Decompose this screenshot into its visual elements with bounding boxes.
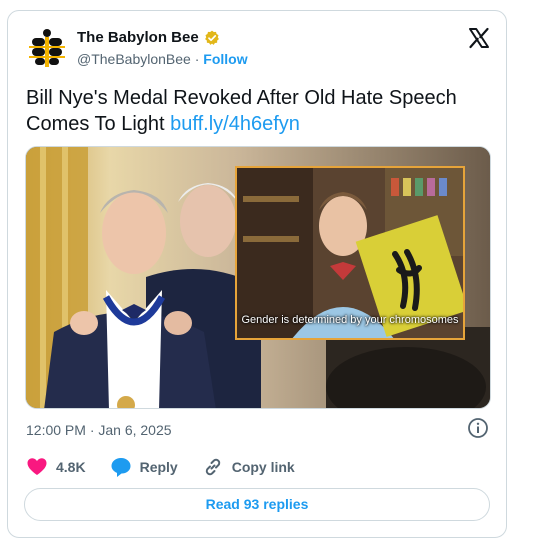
- tweet-text: Bill Nye's Medal Revoked After Old Hate …: [26, 85, 466, 137]
- babylon-bee-logo-avatar[interactable]: [26, 27, 68, 69]
- copy-link-label: Copy link: [231, 459, 295, 475]
- name-row: The Babylon Bee: [77, 29, 220, 46]
- info-icon[interactable]: [467, 417, 489, 439]
- heart-icon: [27, 458, 47, 475]
- tweet-timestamp[interactable]: 12:00 PM · Jan 6, 2025: [26, 422, 172, 438]
- reply-button[interactable]: Reply: [110, 456, 178, 478]
- x-logo-icon[interactable]: [468, 27, 490, 49]
- display-name[interactable]: The Babylon Bee: [77, 29, 199, 46]
- reply-bubble-icon: [111, 458, 131, 477]
- link-icon: [205, 458, 220, 476]
- copy-link-button[interactable]: Copy link: [202, 456, 295, 478]
- video-inset: Gender is determined by your chromosomes: [235, 166, 465, 340]
- verified-badge-icon: [204, 30, 219, 45]
- tweet-image[interactable]: Gender is determined by your chromosomes: [25, 146, 491, 409]
- like-count: 4.8K: [56, 459, 86, 475]
- handle-row: @TheBabylonBee · Follow: [77, 51, 248, 67]
- tweet-card: The Babylon Bee @TheBabylonBee · Follow …: [7, 10, 507, 538]
- handle[interactable]: @TheBabylonBee: [77, 51, 191, 67]
- video-caption: Gender is determined by your chromosomes: [241, 314, 459, 326]
- like-button[interactable]: 4.8K: [26, 456, 86, 478]
- tweet-header: The Babylon Bee @TheBabylonBee · Follow: [26, 25, 490, 71]
- follow-button[interactable]: Follow: [203, 51, 247, 67]
- tweet-actions: 4.8K Reply Copy link: [26, 456, 319, 478]
- read-replies-button[interactable]: Read 93 replies: [24, 488, 490, 521]
- reply-label: Reply: [139, 459, 178, 475]
- separator-dot: ·: [190, 51, 204, 67]
- tweet-link[interactable]: buff.ly/4h6efyn: [170, 113, 300, 135]
